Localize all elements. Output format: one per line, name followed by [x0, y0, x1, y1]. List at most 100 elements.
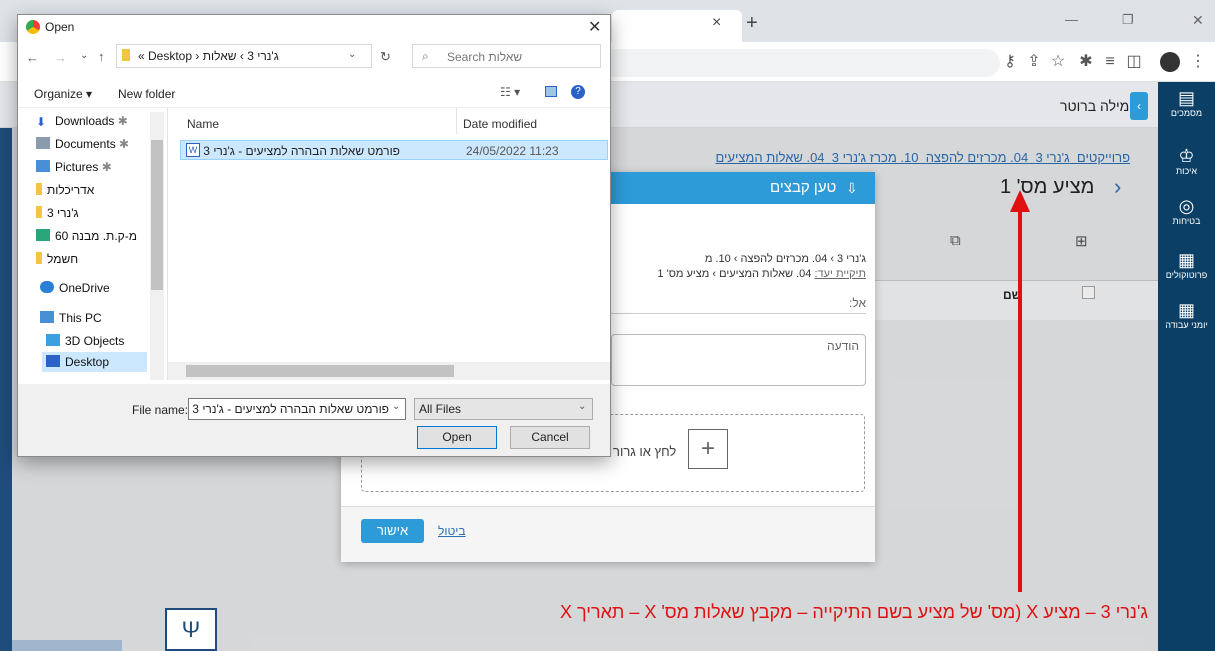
documents-icon [36, 137, 50, 149]
nav-scroll-thumb[interactable] [151, 140, 163, 290]
address-bar[interactable] [605, 49, 1000, 77]
nav-label: פרוטוקולים [1165, 270, 1208, 280]
new-folder-button[interactable]: New folder [118, 87, 175, 101]
nav-item-this-pc[interactable]: This PC [40, 311, 102, 325]
target-folder-label: תיקיית יעד: [814, 268, 866, 280]
nav-label: יומני עבודה [1165, 320, 1208, 330]
share-icon[interactable]: ⇪ [1024, 50, 1044, 74]
view-icon[interactable]: ☷ ▾ [500, 85, 520, 99]
collapse-icon[interactable]: ‹ [1130, 92, 1148, 120]
footer-logo-icon [12, 640, 122, 651]
cube-icon [46, 334, 60, 346]
new-tab-icon[interactable]: + [746, 12, 758, 35]
column-header-date[interactable]: Date modified [463, 117, 537, 131]
nav-quality[interactable]: ♔ איכות [1158, 146, 1215, 176]
nav-item-folder[interactable]: אדריכלות [36, 183, 94, 197]
folder-icon [36, 183, 42, 195]
nav-item-documents[interactable]: Documents ✱ [36, 137, 129, 151]
file-date: 24/05/2022 11:23 [466, 144, 559, 158]
pin-icon: ✱ [119, 137, 130, 151]
nav-safety[interactable]: ◎ בטיחות [1158, 196, 1215, 226]
nav-work-logs[interactable]: ▦ יומני עבודה [1158, 300, 1215, 330]
nav-label: אדריכלות [47, 183, 95, 197]
key-icon[interactable]: ⚷ [1000, 50, 1020, 74]
file-name: פורמט שאלות הבהרה למציעים - ג'נרי 3 [203, 144, 400, 158]
nav-label: בטיחות [1172, 216, 1201, 226]
nav-item-pictures[interactable]: Pictures ✱ [36, 160, 112, 174]
horizontal-scroll-thumb[interactable] [186, 365, 454, 377]
file-type-dropdown-icon[interactable]: ⌄ [578, 401, 586, 412]
reading-list-icon[interactable]: ≡ [1100, 50, 1120, 74]
window-close-icon[interactable]: ✕ [1192, 12, 1204, 29]
nav-item-onedrive[interactable]: OneDrive [40, 281, 110, 295]
nav-item-downloads[interactable]: ⬇ Downloads ✱ [36, 114, 128, 129]
nav-label: Pictures [55, 160, 99, 174]
open-button[interactable]: Open [417, 426, 497, 449]
nav-protocols[interactable]: ▦ פרוטוקולים [1158, 250, 1215, 280]
chrome-icon [26, 20, 40, 34]
pin-icon: ✱ [117, 114, 128, 128]
project-name[interactable]: מילה ברוטר [1060, 98, 1129, 114]
target-folder-value: 04. שאלות המציעים › מציע מס' 1 [657, 268, 812, 280]
help-icon[interactable]: ? [571, 85, 585, 99]
nav-item-desktop[interactable]: Desktop [46, 355, 109, 369]
menu-icon[interactable]: ⋮ [1188, 50, 1208, 74]
path-segment[interactable]: שאלות [203, 49, 237, 63]
back-icon[interactable]: ← [26, 50, 39, 65]
folder-icon [122, 49, 130, 61]
organize-button[interactable]: Organize ▾ [34, 87, 92, 101]
nav-item-folder[interactable]: ג'נרי 3 [36, 206, 79, 220]
nav-label: מ-ק.ת. מבנה 60 [55, 229, 138, 243]
nav-item-folder[interactable]: חשמל [36, 252, 78, 266]
confirm-button[interactable]: אישור [361, 519, 424, 543]
nav-documents[interactable]: ▤ מסמכים [1158, 88, 1215, 118]
add-file-icon[interactable]: + [688, 429, 728, 469]
refresh-icon[interactable]: ↻ [380, 49, 391, 65]
minimize-icon[interactable]: — [1065, 12, 1078, 27]
path-dropdown-icon[interactable]: ⌄ [348, 49, 356, 60]
restore-icon[interactable]: ❐ [1122, 12, 1134, 28]
star-icon[interactable]: ☆ [1048, 50, 1068, 74]
quality-icon: ♔ [1178, 146, 1195, 166]
tab-close-icon[interactable]: × [712, 14, 721, 32]
up-icon[interactable]: ↑ [98, 49, 105, 64]
avatar[interactable] [1160, 52, 1180, 72]
desktop-icon [46, 355, 60, 367]
pin-icon: ✱ [101, 160, 112, 174]
filename-dropdown-icon[interactable]: ⌄ [392, 401, 400, 412]
nav-label: ג'נרי 3 [47, 206, 79, 220]
message-field[interactable]: הודעה [611, 334, 866, 386]
column-header-name[interactable]: Name [187, 117, 219, 131]
upload-icon: ⇩ [846, 180, 858, 196]
cancel-button[interactable]: Cancel [510, 426, 590, 449]
cancel-link[interactable]: ביטול [438, 524, 466, 538]
search-icon: ⌕ [422, 49, 429, 63]
annotation-text: ג'נרי 3 – מציע X (מס' של מציע בשם התיקיי… [560, 602, 1148, 622]
to-field[interactable]: אל: [611, 296, 866, 314]
nav-label: OneDrive [59, 281, 110, 295]
forward-icon[interactable]: → [54, 50, 67, 65]
dialog-close-icon[interactable]: ✕ [588, 17, 601, 37]
filename-label: File name: [132, 403, 189, 417]
nav-item-folder[interactable]: מ-ק.ת. מבנה 60 [36, 229, 137, 243]
nav-label: Documents [55, 137, 116, 151]
extensions-icon[interactable]: ✱ [1076, 50, 1096, 74]
file-type-value: All Files [419, 402, 462, 416]
preview-pane-icon[interactable] [545, 86, 557, 97]
active-tab[interactable] [612, 10, 742, 42]
cloud-icon [40, 281, 54, 293]
nav-label: Desktop [65, 355, 110, 369]
word-document-icon: W [186, 143, 200, 157]
path-segment[interactable]: ג'נרי 3 [247, 49, 279, 63]
nav-item-3d-objects[interactable]: 3D Objects [46, 334, 124, 348]
recent-icon[interactable]: ⌄ [80, 50, 88, 61]
command-bar [18, 78, 610, 108]
calendar-icon: ▦ [1177, 300, 1195, 320]
arrow-head-icon [1010, 190, 1030, 212]
computer-icon [40, 311, 54, 323]
filename-value: פורמט שאלות הבהרה למציעים - ג'נרי 3 [192, 402, 389, 416]
path-segment[interactable]: « Desktop [138, 49, 192, 63]
sidepanel-icon[interactable]: ◫ [1124, 50, 1144, 74]
documents-icon: ▤ [1177, 88, 1195, 108]
search-placeholder: Search שאלות [447, 50, 523, 64]
